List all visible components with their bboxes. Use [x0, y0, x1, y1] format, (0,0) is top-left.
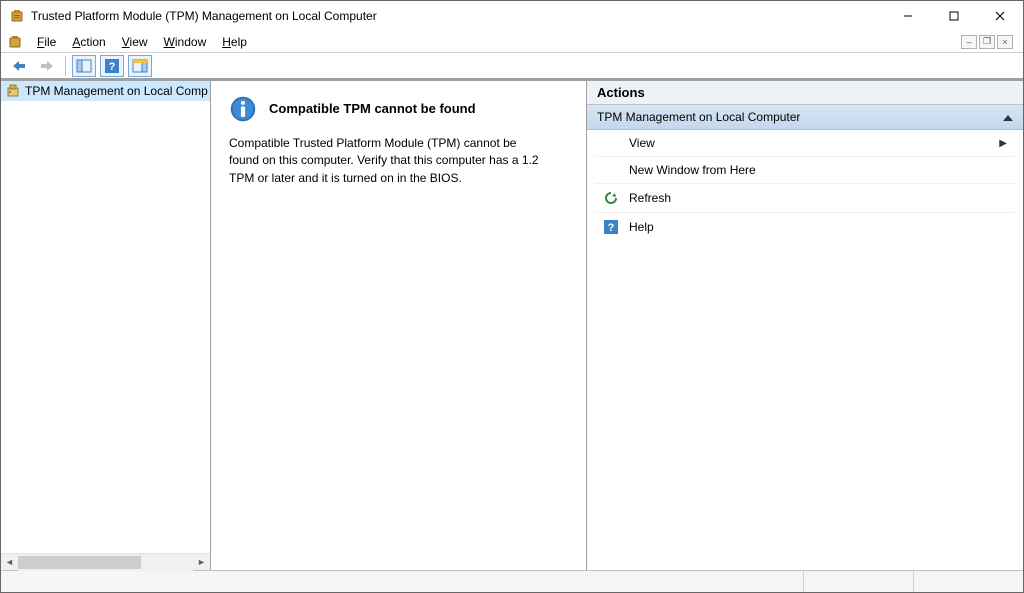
actions-list: View ▶ New Window from Here Refresh [587, 130, 1023, 241]
message-body: Compatible Trusted Platform Module (TPM)… [229, 135, 549, 187]
actions-pane: Actions TPM Management on Local Computer… [587, 81, 1023, 570]
svg-text:?: ? [608, 222, 615, 234]
action-label: Refresh [629, 191, 1007, 205]
action-label: New Window from Here [629, 163, 1007, 177]
submenu-arrow-icon: ▶ [999, 138, 1007, 149]
app-icon [9, 8, 25, 24]
window-controls [885, 1, 1023, 31]
show-hide-tree-button[interactable] [72, 55, 96, 77]
window-title: Trusted Platform Module (TPM) Management… [31, 9, 885, 23]
action-refresh[interactable]: Refresh [595, 184, 1015, 213]
mdi-restore-button[interactable]: ❐ [979, 35, 995, 49]
statusbar-cell [803, 571, 913, 592]
toolbar-separator [65, 56, 66, 76]
main-area: TPM Management on Local Comp ◄ ► [1, 81, 1023, 570]
help-button[interactable]: ? [100, 55, 124, 77]
mdi-controls: – ❐ × [961, 35, 1017, 49]
show-hide-action-pane-button[interactable] [128, 55, 152, 77]
menu-file[interactable]: File [29, 33, 64, 51]
action-view[interactable]: View ▶ [595, 130, 1015, 157]
action-label: Help [629, 220, 1007, 234]
mdi-close-button[interactable]: × [997, 35, 1013, 49]
actions-section-label: TPM Management on Local Computer [597, 110, 800, 124]
action-new-window[interactable]: New Window from Here [595, 157, 1015, 184]
menu-view[interactable]: View [114, 33, 156, 51]
scroll-track[interactable] [18, 554, 193, 571]
tree-item-tpm-management[interactable]: TPM Management on Local Comp [1, 81, 210, 101]
maximize-button[interactable] [931, 1, 977, 31]
help-icon: ? [603, 219, 619, 235]
statusbar-cell [913, 571, 1023, 592]
titlebar: Trusted Platform Module (TPM) Management… [1, 1, 1023, 31]
forward-button[interactable] [35, 55, 59, 77]
tpm-node-icon [5, 83, 21, 99]
mdi-minimize-button[interactable]: – [961, 35, 977, 49]
message-heading: Compatible TPM cannot be found [269, 95, 476, 116]
console-icon [7, 34, 23, 50]
info-icon [229, 95, 257, 123]
menubar: File Action View Window Help – ❐ × [1, 31, 1023, 53]
toolbar: ? [1, 53, 1023, 81]
app-window: Trusted Platform Module (TPM) Management… [0, 0, 1024, 593]
tree-item-label: TPM Management on Local Comp [25, 84, 208, 98]
action-help[interactable]: ? Help [595, 213, 1015, 241]
scroll-thumb[interactable] [18, 556, 141, 569]
minimize-button[interactable] [885, 1, 931, 31]
tree-pane: TPM Management on Local Comp ◄ ► [1, 81, 211, 570]
statusbar [1, 570, 1023, 592]
back-button[interactable] [7, 55, 31, 77]
menu-help[interactable]: Help [214, 33, 255, 51]
actions-header: Actions [587, 81, 1023, 105]
svg-text:?: ? [109, 61, 116, 73]
close-button[interactable] [977, 1, 1023, 31]
content-pane: Compatible TPM cannot be found Compatibl… [211, 81, 587, 570]
scroll-left-arrow[interactable]: ◄ [1, 554, 18, 571]
collapse-arrow-icon [1003, 110, 1013, 124]
scroll-right-arrow[interactable]: ► [193, 554, 210, 571]
actions-section-title[interactable]: TPM Management on Local Computer [587, 105, 1023, 130]
refresh-icon [603, 190, 619, 206]
action-label: View [629, 136, 989, 150]
tree-horizontal-scrollbar[interactable]: ◄ ► [1, 553, 210, 570]
menu-window[interactable]: Window [156, 33, 215, 51]
menu-action[interactable]: Action [64, 33, 113, 51]
statusbar-cell [1, 571, 803, 592]
